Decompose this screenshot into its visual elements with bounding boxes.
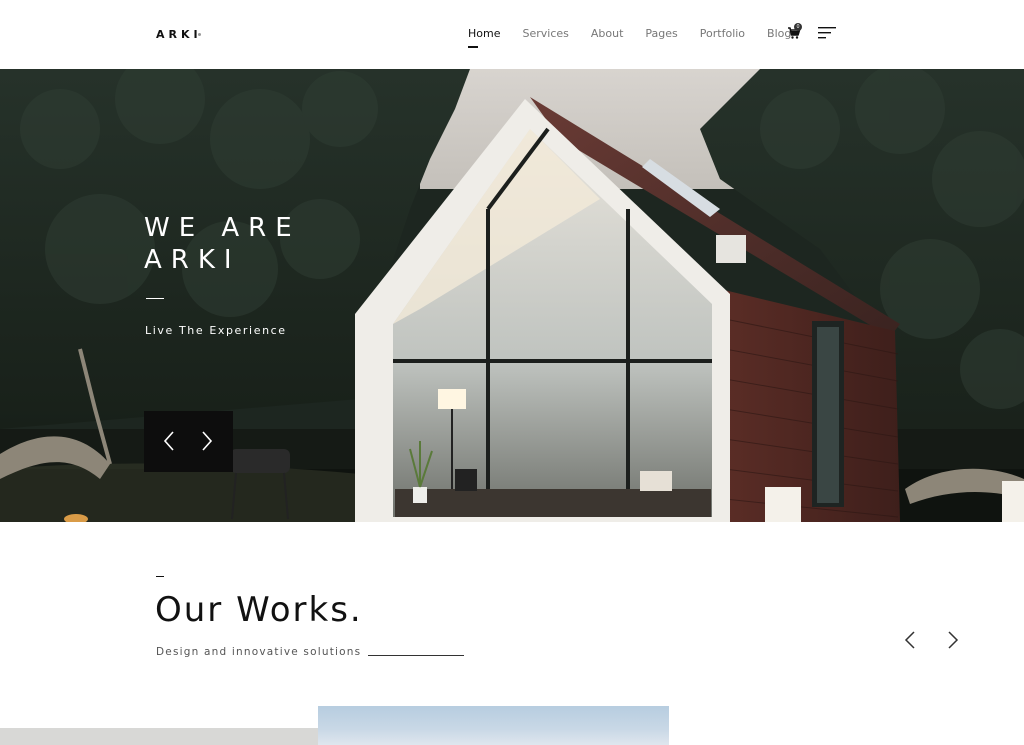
logo[interactable]: ARKI — [156, 28, 202, 41]
hero-title-line-2: ARKI — [144, 245, 241, 275]
works-title: Our Works. — [155, 590, 363, 630]
nav-about[interactable]: About — [591, 27, 624, 40]
hero-slider: WE ARE ARKI Live The Experience — [0, 69, 1024, 522]
main-nav: Home Services About Pages Portfolio Blog — [468, 27, 791, 48]
chevron-right-icon[interactable] — [946, 630, 960, 650]
work-thumbnail[interactable] — [0, 728, 318, 745]
menu-icon[interactable] — [818, 26, 836, 40]
nav-home[interactable]: Home — [468, 27, 500, 48]
chevron-left-icon[interactable] — [903, 630, 917, 650]
hero-title-line-1: WE ARE — [144, 213, 301, 243]
cart-count-badge: 0 — [794, 23, 802, 31]
nav-pages[interactable]: Pages — [645, 27, 677, 40]
nav-services[interactable]: Services — [522, 27, 568, 40]
hero-title: WE ARE ARKI — [144, 212, 301, 276]
works-divider — [368, 655, 464, 656]
logo-dot — [198, 33, 201, 36]
site-header: ARKI Home Services About Pages Portfolio… — [0, 0, 1024, 69]
work-thumbnail[interactable] — [318, 706, 669, 745]
hero-subtitle: Live The Experience — [145, 324, 287, 337]
slider-controls — [144, 411, 233, 472]
works-subtitle: Design and innovative solutions — [156, 646, 362, 658]
nav-portfolio[interactable]: Portfolio — [700, 27, 745, 40]
chevron-left-icon[interactable] — [160, 429, 180, 453]
works-dash — [156, 576, 164, 577]
chevron-right-icon[interactable] — [196, 429, 216, 453]
hero-divider — [146, 298, 164, 299]
